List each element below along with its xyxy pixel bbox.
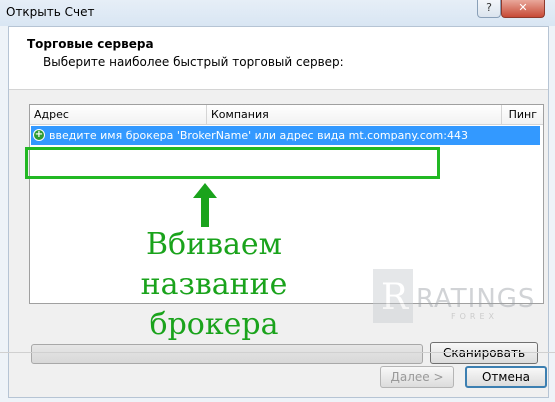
- close-icon[interactable]: ✕: [501, 0, 545, 18]
- server-entry-hint: введите имя брокера 'BrokerName' или адр…: [49, 129, 468, 142]
- logo-icon: R: [373, 269, 413, 323]
- wizard-header: Торговые сервера Выберите наиболее быстр…: [9, 27, 548, 90]
- scan-progress-bar: [31, 344, 423, 364]
- watermark-subtext: FOREX: [451, 312, 498, 321]
- column-header-address[interactable]: Адрес: [30, 105, 207, 125]
- plus-icon: +: [33, 129, 45, 141]
- watermark-text: RATINGS: [416, 284, 536, 314]
- annotation-text: Вбиваем название брокера: [140, 227, 288, 342]
- next-button[interactable]: Далее >: [380, 366, 454, 388]
- window-title: Открыть Счет: [6, 5, 95, 19]
- arrow-up-icon: [193, 183, 217, 227]
- svg-text:R: R: [381, 277, 409, 318]
- page-subtitle: Выберите наиболее быстрый торговый серве…: [43, 55, 344, 69]
- highlight-box: [25, 147, 440, 179]
- table-row[interactable]: + введите имя брокера 'BrokerName' или а…: [31, 126, 540, 145]
- help-icon[interactable]: ?: [477, 0, 501, 18]
- watermark-logo: R RATINGS FOREX: [371, 267, 534, 328]
- cancel-button[interactable]: Отмена: [465, 366, 547, 388]
- scan-button[interactable]: Сканировать: [430, 342, 538, 364]
- page-title: Торговые сервера: [27, 37, 154, 51]
- divider: [0, 352, 555, 353]
- title-bar: Открыть Счет ? ✕: [0, 0, 555, 26]
- column-header-ping[interactable]: Пинг: [502, 105, 543, 125]
- column-header-company[interactable]: Компания: [207, 105, 502, 125]
- dialog-body: Торговые сервера Выберите наиболее быстр…: [8, 26, 549, 398]
